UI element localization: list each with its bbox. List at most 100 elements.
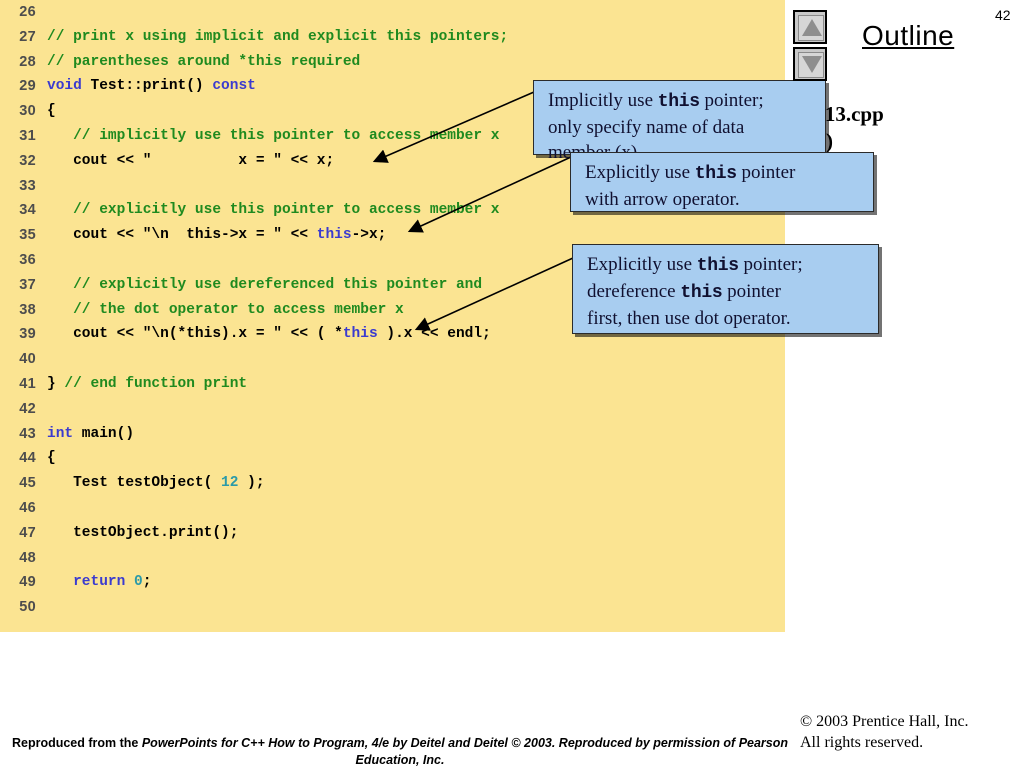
code-line-source: cout << "\n(*this).x = " << ( *this ).x … xyxy=(47,322,491,347)
footer-credit-italic: PowerPoints for C++ How to Program, 4/e … xyxy=(141,736,789,767)
code-line-number: 47 xyxy=(19,524,36,541)
code-line-number: 32 xyxy=(19,152,36,169)
callout-text-line: Explicitly use this pointer; xyxy=(587,252,866,279)
code-line: 49 return 0; xyxy=(0,570,785,595)
copyright-line-2: All rights reserved. xyxy=(800,734,924,751)
scroll-up-button[interactable] xyxy=(793,10,827,44)
code-line: 26 xyxy=(0,0,785,25)
code-line-source: // explicitly use this pointer to access… xyxy=(47,198,499,223)
code-line-number: 26 xyxy=(19,4,36,20)
code-line: 40 xyxy=(0,347,785,372)
footer-credit-prefix: Reproduced from the xyxy=(11,736,142,750)
code-line-number: 31 xyxy=(19,127,36,144)
code-line-source: // print x using implicit and explicit t… xyxy=(47,25,508,50)
scroll-down-button[interactable] xyxy=(793,47,827,81)
code-token: Test testObject( xyxy=(47,475,222,492)
code-line-number: 35 xyxy=(19,227,36,244)
code-line: 46 xyxy=(0,496,785,521)
code-line-source: // explicitly use dereferenced this poin… xyxy=(47,273,482,298)
code-line-source: // implicitly use this pointer to access… xyxy=(47,124,499,149)
code-line: 27 // print x using implicit and explicit… xyxy=(0,25,785,50)
callout-text: pointer xyxy=(722,281,781,302)
page-title: Outline xyxy=(862,20,955,51)
callout-code-token: this xyxy=(694,164,737,184)
callout-text: Explicitly use xyxy=(587,254,697,275)
code-line: 44 { xyxy=(0,446,785,471)
callout-text: dereference xyxy=(587,281,681,302)
callout-text: Implicitly use xyxy=(548,90,658,111)
code-line-source: { xyxy=(47,99,56,124)
code-line-number: 49 xyxy=(19,574,36,591)
code-token: // parentheses around *this required xyxy=(47,53,361,70)
callout-text-line: only specify name of data xyxy=(548,115,813,140)
code-line-source: cout << "\n this->x = " << this->x; xyxy=(47,223,386,248)
code-token: Test::print() xyxy=(81,78,213,95)
code-line-number: 33 xyxy=(19,177,36,194)
code-token: ); xyxy=(238,475,265,492)
code-line-number: 38 xyxy=(19,301,36,318)
code-token: const xyxy=(212,78,256,95)
code-token: ).x << endl; xyxy=(377,326,491,343)
code-line-source: cout << " x = " << x; xyxy=(47,149,334,174)
code-line-source: Test testObject( 12 ); xyxy=(47,471,265,496)
code-line-source: // the dot operator to access member x xyxy=(47,298,404,323)
code-token: ->x; xyxy=(351,227,387,244)
code-line-source: void Test::print() const xyxy=(47,74,256,99)
code-line-number: 36 xyxy=(19,251,36,268)
code-token: // implicitly use this pointer to access… xyxy=(47,127,500,144)
code-token: // end function print xyxy=(64,375,248,392)
code-token: int xyxy=(47,425,74,442)
callout-explicit-arrow: Explicitly use this pointer with arrow op… xyxy=(570,152,874,212)
code-token: cout << "\n(*this).x = " << ( * xyxy=(47,326,343,343)
footer-copyright: © 2003 Prentice Hall, Inc. All rights re… xyxy=(800,711,969,753)
code-line: 45 Test testObject( 12 ); xyxy=(0,471,785,496)
code-line: 28 // parentheses around *this required xyxy=(0,50,785,75)
callout-text-line: Explicitly use this pointer xyxy=(585,160,861,187)
code-line-number: 50 xyxy=(19,599,36,616)
code-line-number: 27 xyxy=(19,28,36,45)
code-line-number: 45 xyxy=(19,475,36,492)
code-line: 42 xyxy=(0,397,785,422)
code-line-source: testObject.print(); xyxy=(47,521,238,546)
code-token: main() xyxy=(73,425,135,442)
code-line-number: 34 xyxy=(19,202,36,219)
callout-text: only specify name of data xyxy=(548,117,745,138)
code-line: 48 xyxy=(0,546,785,571)
code-token: void xyxy=(47,78,82,95)
code-line: 50 xyxy=(0,595,785,620)
callout-dereference-dot: Explicitly use this pointer; dereference … xyxy=(572,244,879,334)
callout-text-line: with arrow operator. xyxy=(585,187,861,212)
callout-text: first, then use dot operator. xyxy=(587,308,791,329)
code-line-number: 43 xyxy=(19,425,36,442)
slide-number: 42 xyxy=(995,7,1011,23)
code-line-number: 46 xyxy=(19,499,36,516)
code-token: return xyxy=(73,574,126,591)
callout-code-token: this xyxy=(680,283,723,303)
callout-text: pointer; xyxy=(738,254,803,275)
code-line: 43 int main() xyxy=(0,422,785,447)
code-line-source: { xyxy=(47,446,56,471)
code-line-source: } // end function print xyxy=(47,372,247,397)
code-line-number: 28 xyxy=(19,53,36,70)
code-line-number: 30 xyxy=(19,103,36,120)
callout-text: pointer; xyxy=(699,90,764,111)
code-token: cout << " x = " << x; xyxy=(47,152,335,169)
code-line-number: 48 xyxy=(19,549,36,566)
code-line-number: 44 xyxy=(19,450,36,467)
callout-implicit-this: Implicitly use this pointer; only specify… xyxy=(533,80,826,163)
code-token: // explicitly use this pointer to access… xyxy=(47,202,500,219)
code-token: { xyxy=(47,103,56,120)
code-token: this xyxy=(342,326,378,343)
code-token: // the dot operator to access member x xyxy=(47,301,404,318)
code-token: testObject.print(); xyxy=(47,524,239,541)
code-line-number: 41 xyxy=(19,375,36,392)
callout-code-token: this xyxy=(657,92,700,112)
copyright-line-1: © 2003 Prentice Hall, Inc. xyxy=(800,713,969,730)
callout-text: with arrow operator. xyxy=(585,189,740,210)
code-token: 0 xyxy=(134,574,143,591)
triangle-up-icon xyxy=(802,19,822,36)
callout-text-line: Implicitly use this pointer; xyxy=(548,88,813,115)
callout-text-line: first, then use dot operator. xyxy=(587,306,866,331)
code-token: ; xyxy=(142,574,152,591)
